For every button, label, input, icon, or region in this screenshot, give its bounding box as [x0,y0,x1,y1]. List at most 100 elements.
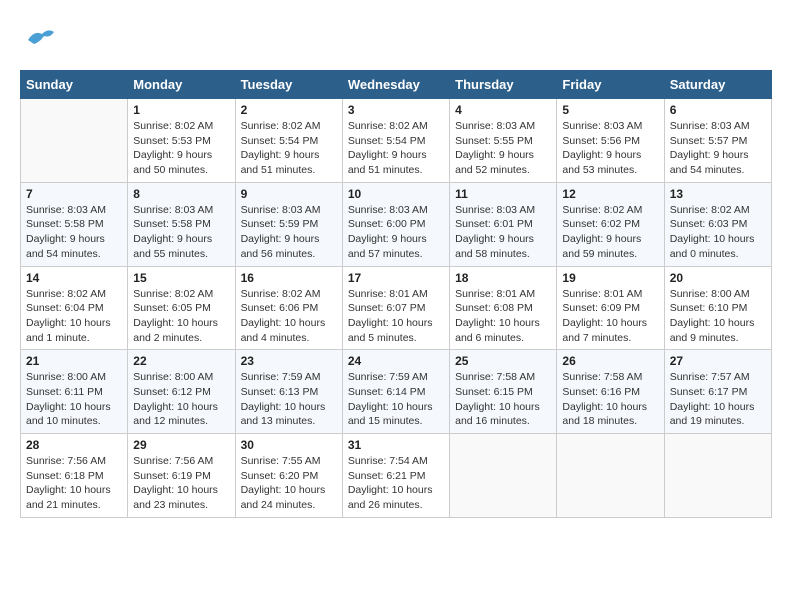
calendar-cell: 15 Sunrise: 8:02 AM Sunset: 6:05 PM Dayli… [128,266,235,350]
day-info: Sunrise: 7:54 AM Sunset: 6:21 PM Dayligh… [348,454,444,513]
day-number: 28 [26,438,122,452]
day-number: 10 [348,187,444,201]
calendar-cell: 9Sunrise: 8:03 AM Sunset: 5:59 PM Daylig… [235,182,342,266]
weekday-header-saturday: Saturday [664,71,771,99]
weekday-header-tuesday: Tuesday [235,71,342,99]
calendar-cell: 21 Sunrise: 8:00 AM Sunset: 6:11 PM Dayli… [21,350,128,434]
day-info: Sunrise: 8:02 AM Sunset: 6:05 PM Dayligh… [133,287,229,346]
day-number: 31 [348,438,444,452]
calendar-cell: 2 Sunrise: 8:02 AM Sunset: 5:54 PM Daylig… [235,99,342,183]
day-number: 24 [348,354,444,368]
day-number: 27 [670,354,766,368]
day-number: 21 [26,354,122,368]
calendar-cell: 31 Sunrise: 7:54 AM Sunset: 6:21 PM Dayli… [342,434,449,518]
calendar-cell: 20 Sunrise: 8:00 AM Sunset: 6:10 PM Dayli… [664,266,771,350]
day-number: 26 [562,354,658,368]
day-info: Sunrise: 8:01 AM Sunset: 6:08 PM Dayligh… [455,287,551,346]
day-info: Sunrise: 8:01 AM Sunset: 6:09 PM Dayligh… [562,287,658,346]
day-info: Sunrise: 7:58 AM Sunset: 6:15 PM Dayligh… [455,370,551,429]
calendar-cell: 16Sunrise: 8:02 AM Sunset: 6:06 PM Dayli… [235,266,342,350]
day-number: 14 [26,271,122,285]
calendar-cell: 1 Sunrise: 8:02 AM Sunset: 5:53 PM Daylig… [128,99,235,183]
calendar-cell: 19 Sunrise: 8:01 AM Sunset: 6:09 PM Dayli… [557,266,664,350]
day-number: 4 [455,103,551,117]
calendar-cell: 24 Sunrise: 7:59 AM Sunset: 6:14 PM Dayli… [342,350,449,434]
weekday-header-thursday: Thursday [450,71,557,99]
calendar-cell: 30 Sunrise: 7:55 AM Sunset: 6:20 PM Dayli… [235,434,342,518]
day-number: 2 [241,103,337,117]
calendar-table: SundayMondayTuesdayWednesdayThursdayFrid… [20,70,772,518]
calendar-cell: 14 Sunrise: 8:02 AM Sunset: 6:04 PM Dayli… [21,266,128,350]
day-info: Sunrise: 8:02 AM Sunset: 6:04 PM Dayligh… [26,287,122,346]
day-info: Sunrise: 8:00 AM Sunset: 6:10 PM Dayligh… [670,287,766,346]
calendar-cell: 27 Sunrise: 7:57 AM Sunset: 6:17 PM Dayli… [664,350,771,434]
day-number: 20 [670,271,766,285]
day-number: 6 [670,103,766,117]
calendar-cell [664,434,771,518]
calendar-cell: 28 Sunrise: 7:56 AM Sunset: 6:18 PM Dayli… [21,434,128,518]
calendar-cell: 11Sunrise: 8:03 AM Sunset: 6:01 PM Dayli… [450,182,557,266]
day-info: Sunrise: 8:03 AM Sunset: 5:57 PM Dayligh… [670,119,766,178]
weekday-header-sunday: Sunday [21,71,128,99]
logo-icon [20,20,60,60]
day-info: Sunrise: 7:58 AM Sunset: 6:16 PM Dayligh… [562,370,658,429]
calendar-cell: 25 Sunrise: 7:58 AM Sunset: 6:15 PM Dayli… [450,350,557,434]
day-number: 3 [348,103,444,117]
day-info: Sunrise: 7:59 AM Sunset: 6:13 PM Dayligh… [241,370,337,429]
calendar-cell: 7Sunrise: 8:03 AM Sunset: 5:58 PM Daylig… [21,182,128,266]
weekday-header-row: SundayMondayTuesdayWednesdayThursdayFrid… [21,71,772,99]
day-number: 12 [562,187,658,201]
calendar-cell: 23 Sunrise: 7:59 AM Sunset: 6:13 PM Dayli… [235,350,342,434]
weekday-header-wednesday: Wednesday [342,71,449,99]
week-row-5: 28 Sunrise: 7:56 AM Sunset: 6:18 PM Dayli… [21,434,772,518]
logo [20,20,64,60]
day-number: 30 [241,438,337,452]
day-number: 25 [455,354,551,368]
calendar-cell: 18Sunrise: 8:01 AM Sunset: 6:08 PM Dayli… [450,266,557,350]
day-number: 13 [670,187,766,201]
day-info: Sunrise: 7:57 AM Sunset: 6:17 PM Dayligh… [670,370,766,429]
day-number: 7 [26,187,122,201]
day-number: 8 [133,187,229,201]
day-info: Sunrise: 8:00 AM Sunset: 6:11 PM Dayligh… [26,370,122,429]
week-row-2: 7 Sunrise: 8:03 AM Sunset: 5:58 PM Daylig… [21,182,772,266]
day-info: Sunrise: 8:02 AM Sunset: 5:54 PM Dayligh… [241,119,337,178]
day-number: 11 [455,187,551,201]
week-row-1: 1 Sunrise: 8:02 AM Sunset: 5:53 PM Daylig… [21,99,772,183]
weekday-header-monday: Monday [128,71,235,99]
day-number: 22 [133,354,229,368]
calendar-cell: 8 Sunrise: 8:03 AM Sunset: 5:58 PM Daylig… [128,182,235,266]
day-number: 19 [562,271,658,285]
calendar-cell: 22Sunrise: 8:00 AM Sunset: 6:12 PM Dayli… [128,350,235,434]
day-number: 29 [133,438,229,452]
calendar-cell: 4 Sunrise: 8:03 AM Sunset: 5:55 PM Daylig… [450,99,557,183]
calendar-cell: 26 Sunrise: 7:58 AM Sunset: 6:16 PM Dayli… [557,350,664,434]
calendar-cell: 13Sunrise: 8:02 AM Sunset: 6:03 PM Dayli… [664,182,771,266]
calendar-cell: 6 Sunrise: 8:03 AM Sunset: 5:57 PM Daylig… [664,99,771,183]
day-number: 23 [241,354,337,368]
day-number: 9 [241,187,337,201]
day-info: Sunrise: 8:02 AM Sunset: 5:53 PM Dayligh… [133,119,229,178]
day-info: Sunrise: 7:59 AM Sunset: 6:14 PM Dayligh… [348,370,444,429]
week-row-4: 21 Sunrise: 8:00 AM Sunset: 6:11 PM Dayli… [21,350,772,434]
day-info: Sunrise: 8:02 AM Sunset: 5:54 PM Dayligh… [348,119,444,178]
calendar-cell: 29 Sunrise: 7:56 AM Sunset: 6:19 PM Dayli… [128,434,235,518]
day-info: Sunrise: 7:55 AM Sunset: 6:20 PM Dayligh… [241,454,337,513]
calendar-cell: 3 Sunrise: 8:02 AM Sunset: 5:54 PM Daylig… [342,99,449,183]
page-header [20,20,772,60]
calendar-cell: 10 Sunrise: 8:03 AM Sunset: 6:00 PM Dayli… [342,182,449,266]
calendar-cell: 12Sunrise: 8:02 AM Sunset: 6:02 PM Dayli… [557,182,664,266]
day-number: 16 [241,271,337,285]
calendar-cell [450,434,557,518]
day-info: Sunrise: 8:03 AM Sunset: 5:55 PM Dayligh… [455,119,551,178]
day-info: Sunrise: 8:03 AM Sunset: 6:00 PM Dayligh… [348,203,444,262]
day-info: Sunrise: 8:03 AM Sunset: 5:56 PM Dayligh… [562,119,658,178]
day-info: Sunrise: 7:56 AM Sunset: 6:18 PM Dayligh… [26,454,122,513]
day-info: Sunrise: 7:56 AM Sunset: 6:19 PM Dayligh… [133,454,229,513]
day-number: 17 [348,271,444,285]
week-row-3: 14 Sunrise: 8:02 AM Sunset: 6:04 PM Dayli… [21,266,772,350]
day-info: Sunrise: 8:03 AM Sunset: 5:58 PM Dayligh… [133,203,229,262]
calendar-cell: 17Sunrise: 8:01 AM Sunset: 6:07 PM Dayli… [342,266,449,350]
day-number: 1 [133,103,229,117]
day-number: 15 [133,271,229,285]
